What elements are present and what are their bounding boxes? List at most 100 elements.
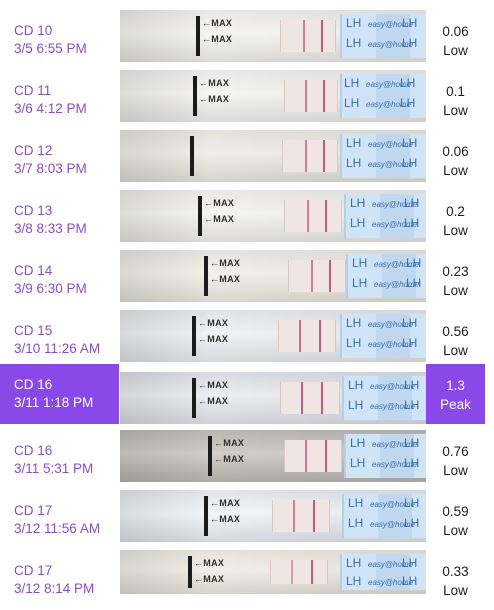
max-marker: ←MAX bbox=[204, 214, 235, 224]
reading-result: 1.3 Peak bbox=[426, 376, 485, 414]
test-strip-photo[interactable]: ←MAX ←MAX LH easy@home LH LH easy@home L… bbox=[120, 430, 426, 482]
control-line bbox=[323, 80, 325, 112]
test-line bbox=[307, 200, 309, 232]
test-strip-photo[interactable]: ←MAX ←MAX LH easy@home LH LH easy@home L… bbox=[120, 372, 426, 424]
test-strip-photo[interactable]: ←MAX ←MAX LH easy@home LH LH easy@home L… bbox=[120, 550, 426, 594]
lh-level: Low bbox=[443, 163, 468, 178]
reading-label: CD 14 3/9 6:30 PM bbox=[14, 262, 87, 298]
test-line bbox=[291, 560, 293, 584]
lh-marking: LH bbox=[406, 256, 422, 270]
lh-brand-panel: LH easy@home LH LH easy@home LH bbox=[344, 194, 426, 238]
lh-value: 0.59 bbox=[442, 504, 469, 519]
reading-label: CD 16 3/11 5:31 PM bbox=[14, 442, 93, 478]
lh-marking: LH bbox=[346, 156, 362, 170]
max-marker: ←MAX bbox=[204, 198, 235, 208]
test-line bbox=[305, 140, 307, 172]
control-line bbox=[319, 320, 321, 352]
lh-value: 0.06 bbox=[442, 144, 469, 159]
lh-marking: LH bbox=[346, 316, 362, 330]
reading-label: CD 12 3/7 8:03 PM bbox=[14, 142, 87, 178]
cycle-day: CD 10 bbox=[14, 23, 53, 38]
lh-marking: LH bbox=[346, 336, 362, 350]
reading-row[interactable]: CD 11 3/6 4:12 PM ←MAX ←MAX LH easy@home… bbox=[0, 70, 494, 130]
lh-marking: LH bbox=[404, 196, 420, 210]
reading-row[interactable]: CD 17 3/12 11:56 AM ←MAX ←MAX LH easy@ho… bbox=[0, 490, 494, 550]
lh-marking: LH bbox=[402, 156, 418, 170]
result-window bbox=[282, 140, 338, 172]
test-strip-photo[interactable]: ←MAX ←MAX LH easy@home LH LH easy@home L… bbox=[120, 490, 426, 542]
lh-marking: LH bbox=[344, 96, 360, 110]
lh-marking: LH bbox=[404, 216, 420, 230]
max-line bbox=[192, 378, 196, 418]
test-strip-photo[interactable]: LH easy@home LH LH easy@home LH bbox=[120, 130, 426, 182]
reading-row[interactable]: CD 14 3/9 6:30 PM ←MAX ←MAX LH easy@home… bbox=[0, 250, 494, 310]
lh-brand-panel: LH easy@home LH LH easy@home LH bbox=[340, 554, 426, 590]
lh-marking: LH bbox=[402, 574, 418, 588]
cycle-day: CD 12 bbox=[14, 143, 53, 158]
lh-brand-panel: LH easy@home LH LH easy@home LH bbox=[344, 434, 426, 478]
test-datetime: 3/5 6:55 PM bbox=[14, 41, 87, 56]
max-line bbox=[208, 436, 212, 476]
reading-result: 0.23 Low bbox=[426, 262, 485, 300]
lh-brand-panel: LH easy@home LH LH easy@home LH bbox=[342, 494, 426, 538]
lh-marking: LH bbox=[344, 76, 360, 90]
reading-row[interactable]: CD 13 3/8 8:33 PM ←MAX ←MAX LH easy@home… bbox=[0, 190, 494, 250]
reading-label: CD 10 3/5 6:55 PM bbox=[14, 22, 87, 58]
test-datetime: 3/7 8:03 PM bbox=[14, 161, 87, 176]
control-line bbox=[325, 440, 327, 472]
test-line bbox=[311, 260, 313, 292]
max-line bbox=[198, 196, 202, 236]
lh-marking: LH bbox=[346, 574, 362, 588]
lh-value: 0.1 bbox=[446, 84, 465, 99]
lh-value: 0.33 bbox=[442, 564, 469, 579]
test-strip-photo[interactable]: ←MAX ←MAX LH easy@home LH LH easy@home L… bbox=[120, 310, 426, 362]
lh-brand-panel: LH easy@home LH LH easy@home LH bbox=[346, 254, 426, 298]
reading-result: 0.06 Low bbox=[426, 22, 485, 60]
lh-marking: LH bbox=[346, 556, 362, 570]
reading-label: CD 17 3/12 11:56 AM bbox=[14, 502, 100, 538]
reading-label: CD 17 3/12 8:14 PM bbox=[14, 562, 94, 598]
control-line bbox=[311, 560, 313, 584]
test-strip-photo[interactable]: ←MAX ←MAX LH easy@home LH LH easy@home L… bbox=[120, 250, 426, 302]
test-strip-photo[interactable]: ←MAX ←MAX LH easy@home LH LH easy@home L… bbox=[120, 70, 426, 122]
test-line bbox=[301, 382, 303, 414]
reading-row[interactable]: CD 10 3/5 6:55 PM ←MAX ←MAX LH easy@home… bbox=[0, 10, 494, 70]
lh-marking: LH bbox=[346, 136, 362, 150]
max-marker: ←MAX bbox=[214, 438, 245, 448]
control-line bbox=[323, 140, 325, 172]
reading-result: 0.59 Low bbox=[426, 502, 485, 540]
test-strip-photo[interactable]: ←MAX ←MAX LH easy@home LH LH easy@home L… bbox=[120, 10, 426, 62]
max-line bbox=[204, 256, 208, 296]
reading-row[interactable]: CD 16 3/11 5:31 PM ←MAX ←MAX LH easy@hom… bbox=[0, 430, 494, 490]
lh-marking: LH bbox=[402, 136, 418, 150]
control-line bbox=[325, 200, 327, 232]
test-datetime: 3/11 5:31 PM bbox=[14, 461, 94, 476]
cycle-day: CD 17 bbox=[14, 563, 53, 578]
lh-level: Low bbox=[443, 283, 468, 298]
max-marker: ←MAX bbox=[198, 396, 229, 406]
reading-label: CD 15 3/10 11:26 AM bbox=[14, 322, 100, 358]
reading-row-peak[interactable]: CD 16 3/11 1:18 PM ←MAX ←MAX LH easy@hom… bbox=[0, 362, 494, 424]
lh-value: 0.06 bbox=[442, 24, 469, 39]
lh-marking: LH bbox=[404, 436, 420, 450]
reading-row[interactable]: CD 15 3/10 11:26 AM ←MAX ←MAX LH easy@ho… bbox=[0, 310, 494, 370]
lh-marking: LH bbox=[404, 496, 420, 510]
test-line bbox=[305, 80, 307, 112]
reading-row[interactable]: CD 17 3/12 8:14 PM ←MAX ←MAX LH easy@hom… bbox=[0, 550, 494, 610]
lh-marking: LH bbox=[352, 276, 368, 290]
max-line bbox=[192, 316, 196, 356]
lh-marking: LH bbox=[346, 16, 362, 30]
test-datetime: 3/11 1:18 PM bbox=[14, 395, 94, 410]
result-window bbox=[272, 500, 330, 532]
test-datetime: 3/6 4:12 PM bbox=[14, 101, 87, 116]
max-marker: ←MAX bbox=[198, 318, 229, 328]
lh-marking: LH bbox=[400, 76, 416, 90]
cycle-day: CD 16 bbox=[14, 443, 53, 458]
test-strip-photo[interactable]: ←MAX ←MAX LH easy@home LH LH easy@home L… bbox=[120, 190, 426, 242]
lh-brand-panel: LH easy@home LH LH easy@home LH bbox=[340, 14, 426, 58]
lh-level: Low bbox=[443, 343, 468, 358]
reading-row[interactable]: CD 12 3/7 8:03 PM LH easy@home LH LH eas… bbox=[0, 130, 494, 190]
lh-level: Peak bbox=[440, 397, 471, 412]
reading-result: 0.33 Low bbox=[426, 562, 485, 600]
max-marker: ←MAX bbox=[198, 380, 229, 390]
